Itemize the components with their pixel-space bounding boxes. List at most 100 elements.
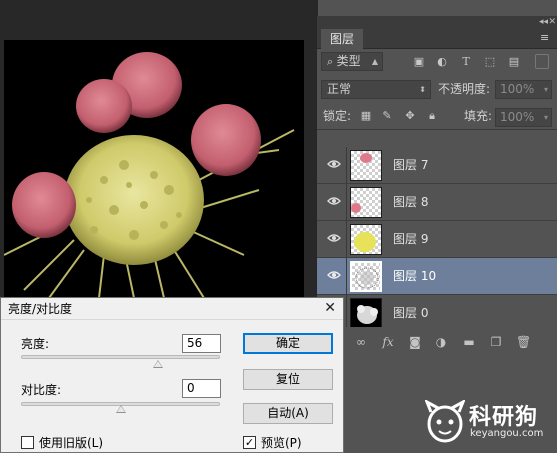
lock-label: 锁定:: [323, 109, 352, 123]
layer-thumbnail: [350, 224, 382, 255]
reset-button[interactable]: 复位: [243, 369, 333, 390]
layer-name[interactable]: 图层 0: [393, 295, 428, 327]
dog-mascot-icon: [425, 400, 465, 443]
new-group-folder-icon[interactable]: ▬: [462, 335, 476, 349]
eye-column-divider: [346, 221, 347, 258]
eye-icon[interactable]: [327, 196, 341, 206]
layer-row[interactable]: 图层 7: [317, 147, 557, 184]
layer-row[interactable]: 图层 9: [317, 221, 557, 258]
layer-row[interactable]: 图层 8: [317, 184, 557, 221]
watermark-title: 科研狗: [469, 405, 539, 430]
link-layers-icon[interactable]: ∞: [354, 335, 368, 349]
lock-paint-brush-icon[interactable]: ✎: [380, 109, 394, 123]
adjustment-filter-icon[interactable]: ◐: [435, 55, 449, 68]
contrast-slider-thumb[interactable]: [116, 405, 126, 413]
layer-row-selected[interactable]: 图层 10: [317, 258, 557, 295]
opacity-value: 100%: [500, 82, 535, 96]
chevron-down-icon: ▾: [543, 85, 548, 94]
delete-layer-trash-icon[interactable]: 🗑︎: [516, 335, 531, 349]
filter-type-dropdown[interactable]: ⌕ 类型 ▲: [321, 52, 383, 71]
opacity-label: 不透明度:: [438, 82, 491, 96]
panel-menu-icon[interactable]: ≡: [540, 32, 552, 44]
close-icon[interactable]: ✕: [324, 299, 336, 317]
collapse-icon[interactable]: ◂◂: [539, 16, 548, 29]
layer-9-thumb-art: [354, 232, 376, 252]
blend-mode-dropdown[interactable]: 正常 ⬍: [321, 80, 431, 99]
panel-tab-row: 图层 ≡: [317, 29, 557, 50]
checkmark-icon: ✓: [244, 436, 255, 449]
shape-filter-icon[interactable]: ⬚: [483, 55, 497, 68]
fill-label: 填充:: [464, 109, 493, 123]
layer-thumbnail: [350, 298, 382, 327]
filter-toggle-icon[interactable]: [535, 54, 549, 69]
tab-layers[interactable]: 图层: [321, 29, 363, 50]
brightness-input[interactable]: 56: [182, 334, 221, 353]
brightness-label: 亮度:: [21, 337, 50, 351]
layer-style-fx-icon[interactable]: fx: [381, 335, 395, 349]
layer-name[interactable]: 图层 7: [393, 147, 428, 184]
ok-button[interactable]: 确定: [243, 333, 333, 354]
search-icon: ⌕: [327, 55, 337, 68]
layer-0-thumb-art: [357, 305, 378, 324]
chevron-down-icon: ▾: [543, 113, 548, 122]
smart-object-filter-icon[interactable]: ▤: [507, 55, 521, 68]
blend-mode-value: 正常: [327, 82, 352, 96]
blend-row: 正常 ⬍ 不透明度: 100% ▾: [317, 79, 557, 100]
layer-thumbnail: [350, 187, 382, 218]
layer-row-partial[interactable]: [317, 129, 557, 130]
title-divider: [1, 319, 343, 320]
fill-field[interactable]: 100% ▾: [495, 108, 552, 127]
layer-name[interactable]: 图层 8: [393, 184, 428, 221]
layer-8-thumb-art: [351, 203, 361, 213]
layers-panel: ◂◂ ✕ 图层 ≡ ⌕ 类型 ▲ ▣ ◐ T ⬚ ▤ 正常 ⬍ 不透明度: 10…: [316, 16, 557, 453]
layer-name[interactable]: 图层 10: [393, 258, 436, 295]
layers-list[interactable]: 图层 7 图层 8 图层 9 图层 10 图层 0: [317, 129, 557, 327]
filter-type-label: 类型: [336, 54, 361, 68]
eye-column-divider: [346, 184, 347, 221]
cell-illustration: [4, 52, 295, 298]
eye-column-divider: [346, 295, 347, 327]
type-filter-icon[interactable]: T: [459, 55, 473, 68]
layer-row[interactable]: 图层 0: [317, 295, 557, 327]
preview-checkbox[interactable]: ✓: [243, 436, 256, 449]
lock-transparent-icon[interactable]: ▦: [359, 109, 373, 123]
chevron-updown-icon: ⬍: [419, 85, 426, 94]
legacy-checkbox[interactable]: [21, 436, 34, 449]
eye-icon[interactable]: [327, 159, 341, 169]
layer-thumbnail: [350, 150, 382, 181]
lock-position-move-icon[interactable]: ✥: [403, 109, 417, 123]
eye-icon[interactable]: [327, 270, 341, 280]
layer-7-thumb-art: [360, 153, 372, 163]
lock-all-icon[interactable]: 🔒︎: [425, 109, 439, 123]
watermark-url: keyangou.com: [470, 428, 544, 439]
fill-value: 100%: [500, 110, 535, 124]
contrast-label: 对比度:: [21, 383, 62, 397]
close-icon[interactable]: ✕: [548, 16, 556, 29]
eye-icon[interactable]: [327, 233, 341, 243]
layers-footer: ∞ fx ◙ ◑ ▬ ❐ 🗑︎: [317, 331, 557, 353]
eye-column-divider: [346, 147, 347, 184]
cell-micrograph-image[interactable]: [4, 40, 304, 298]
layer-thumbnail: [350, 261, 382, 292]
panel-top-bar: ◂◂ ✕: [317, 16, 557, 29]
dialog-title: 亮度/对比度: [8, 302, 73, 316]
contrast-input[interactable]: 0: [182, 379, 221, 398]
image-filter-icon[interactable]: ▣: [412, 55, 426, 68]
layer-filter-row: ⌕ 类型 ▲ ▣ ◐ T ⬚ ▤: [317, 52, 557, 73]
layer-name[interactable]: 图层 9: [393, 221, 428, 258]
eye-column-divider: [346, 129, 347, 130]
chevron-down-icon: ▲: [371, 57, 378, 66]
brightness-slider-thumb[interactable]: [153, 360, 163, 368]
watermark-logo: 科研狗 keyangou.com: [425, 392, 555, 452]
layer-10-thumb-art: [355, 267, 379, 289]
preview-checkbox-label[interactable]: 预览(P): [261, 436, 302, 450]
opacity-field[interactable]: 100% ▾: [495, 80, 552, 99]
auto-button[interactable]: 自动(A): [243, 403, 333, 424]
new-layer-icon[interactable]: ❐: [489, 335, 503, 349]
brightness-slider-track[interactable]: [21, 355, 220, 359]
add-mask-icon[interactable]: ◙: [408, 335, 422, 349]
adjustment-layer-icon[interactable]: ◑: [434, 335, 448, 349]
brightness-contrast-dialog: 亮度/对比度 ✕ 亮度: 56 对比度: 0 确定 复位 自动(A) 使用旧版(…: [0, 297, 344, 453]
legacy-checkbox-label[interactable]: 使用旧版(L): [39, 436, 103, 450]
eye-column-divider: [346, 258, 347, 295]
